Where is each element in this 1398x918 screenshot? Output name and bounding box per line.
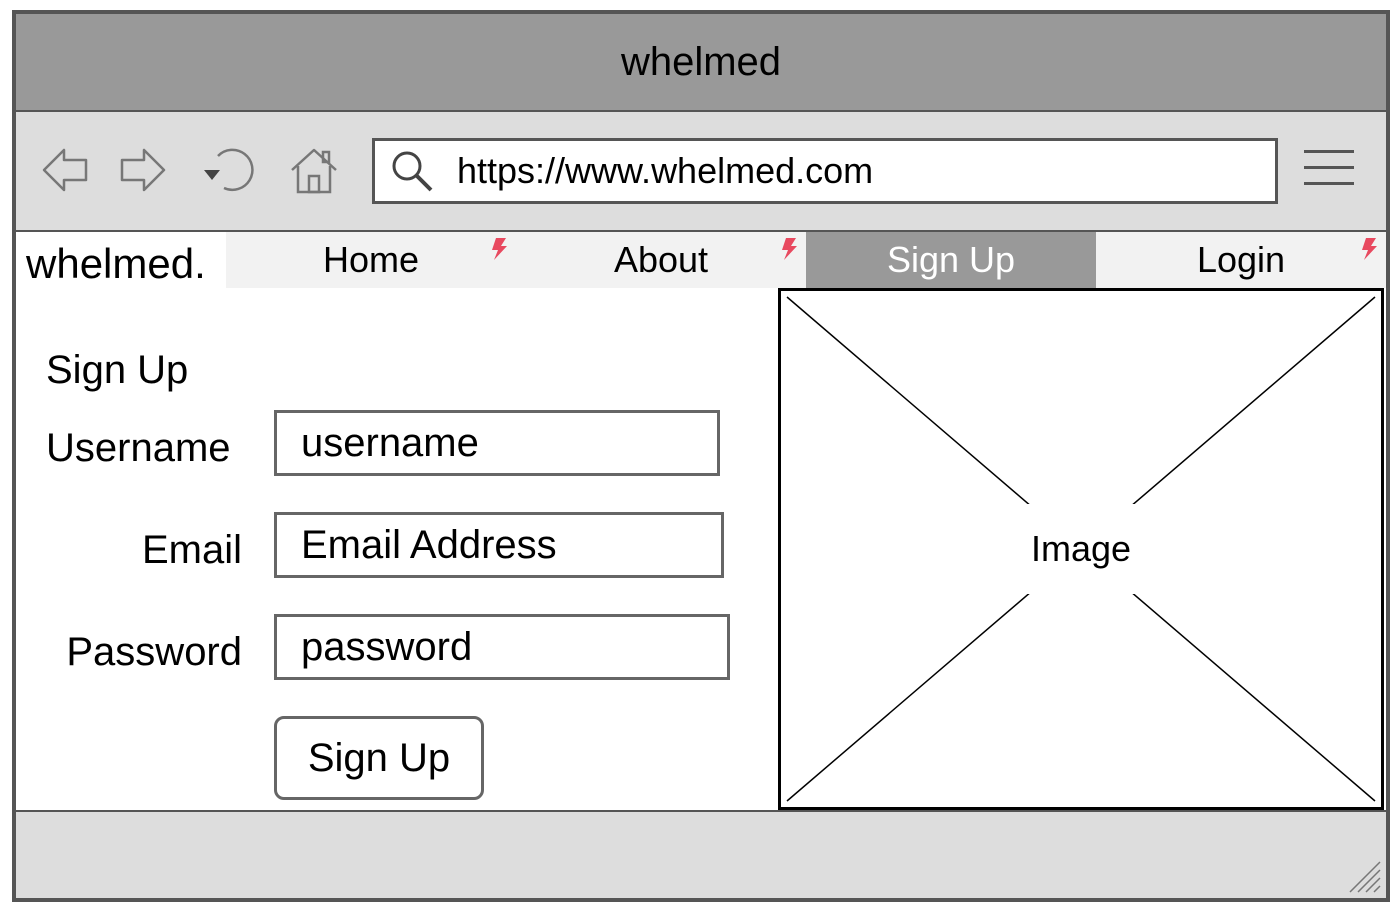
- hamburger-menu-icon: [1304, 150, 1354, 153]
- status-bar: [16, 812, 1386, 898]
- email-field[interactable]: [274, 512, 724, 578]
- form-title: Sign Up: [46, 348, 189, 392]
- forward-icon: [120, 148, 166, 192]
- address-bar[interactable]: [372, 138, 1278, 204]
- username-field[interactable]: [274, 410, 720, 476]
- reload-icon: [204, 148, 254, 192]
- browser-toolbar: [16, 112, 1386, 232]
- page-content: whelmed. Home About Sign Up Login Sign U…: [16, 232, 1386, 812]
- sign-up-button[interactable]: Sign Up: [274, 716, 484, 800]
- password-field[interactable]: [274, 614, 730, 680]
- nav-item-label: About: [613, 239, 709, 280]
- site-nav: Home About Sign Up Login: [226, 232, 1386, 288]
- forward-button[interactable]: [114, 142, 170, 198]
- search-icon: [392, 151, 433, 192]
- hamburger-menu-line: [1304, 166, 1354, 169]
- nav-item-login[interactable]: Login: [1096, 232, 1386, 288]
- link-indicator-icon: [1362, 238, 1377, 260]
- window-title-bar: whelmed: [16, 14, 1386, 112]
- nav-item-label: Sign Up: [886, 239, 1016, 280]
- home-icon: [291, 148, 337, 194]
- nav-item-label: Login: [1196, 239, 1286, 280]
- reload-button[interactable]: [202, 142, 258, 198]
- nav-item-sign-up[interactable]: Sign Up: [806, 232, 1096, 288]
- back-icon: [42, 148, 88, 192]
- link-indicator-icon: [782, 238, 797, 260]
- nav-item-home[interactable]: Home: [226, 232, 516, 288]
- nav-item-about[interactable]: About: [516, 232, 806, 288]
- email-label: Email: [141, 528, 242, 572]
- image-placeholder: Image: [778, 288, 1384, 810]
- hamburger-menu-button[interactable]: [1304, 150, 1354, 190]
- password-label: Password: [66, 630, 242, 674]
- resize-handle-icon[interactable]: [1346, 858, 1382, 894]
- nav-item-label: Home: [322, 239, 420, 280]
- image-label-wrap: Image: [781, 291, 1381, 807]
- username-label: Username: [46, 426, 231, 470]
- link-indicator-icon: [492, 238, 507, 260]
- window-title: whelmed: [620, 39, 782, 84]
- browser-window: whelmed https://www.whelmed.com whelmed.…: [12, 10, 1390, 902]
- home-button[interactable]: [286, 142, 342, 198]
- site-logo[interactable]: whelmed.: [26, 240, 206, 288]
- hamburger-menu-line: [1304, 182, 1354, 185]
- image-label: Image: [1014, 504, 1148, 594]
- url-input[interactable]: [457, 150, 1237, 192]
- back-button[interactable]: [38, 142, 94, 198]
